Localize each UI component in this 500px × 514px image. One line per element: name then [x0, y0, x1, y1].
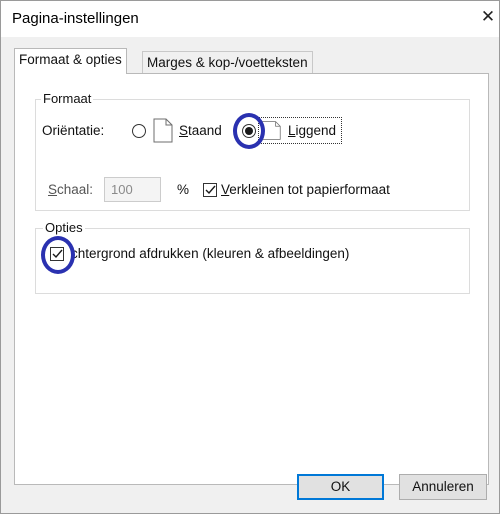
shrink-to-fit-label[interactable]: Verkleinen tot papierformaat: [221, 182, 390, 197]
scale-label: Schaal:: [48, 182, 94, 197]
format-group-legend: Formaat: [41, 91, 94, 106]
shrink-to-fit-checkbox[interactable]: [203, 183, 217, 197]
options-group-legend: Opties: [43, 220, 85, 235]
portrait-label[interactable]: Staand: [179, 123, 222, 138]
print-background-label[interactable]: chtergrond afdrukken (kleuren & afbeeldi…: [71, 246, 349, 261]
options-group: [35, 228, 470, 294]
tab-margins-headers[interactable]: Marges & kop-/voetteksten: [142, 51, 313, 74]
cancel-button[interactable]: Annuleren: [399, 474, 487, 500]
percent-sign: %: [177, 182, 190, 197]
landscape-label[interactable]: Liggend: [288, 123, 336, 138]
ok-button[interactable]: OK: [297, 474, 384, 500]
dialog-body: Formaat & opties Marges & kop-/voettekst…: [1, 37, 499, 513]
title-bar: Pagina-instellingen ✕: [1, 1, 500, 37]
print-background-highlight-circle: [41, 236, 75, 274]
dialog-title: Pagina-instellingen: [12, 10, 139, 27]
tab-panel: Formaat Oriëntatie: Staand Liggend Schaa…: [14, 73, 489, 485]
scale-input[interactable]: 100: [104, 177, 161, 202]
portrait-page-icon: [153, 118, 173, 143]
page-setup-dialog: Pagina-instellingen ✕ Formaat & opties M…: [0, 0, 500, 514]
close-icon[interactable]: ✕: [479, 6, 497, 28]
portrait-radio[interactable]: [132, 124, 146, 138]
orientation-label: Oriëntatie:: [42, 123, 105, 138]
landscape-highlight-circle: [233, 113, 265, 149]
tab-format-options[interactable]: Formaat & opties: [14, 48, 127, 74]
